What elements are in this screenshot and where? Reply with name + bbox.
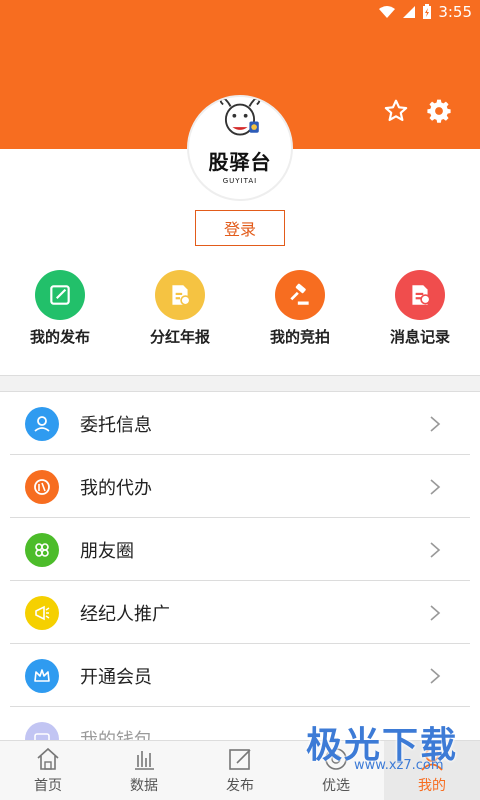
quick-action-label: 分红年报 bbox=[149, 328, 210, 346]
quick-action-dividend-report[interactable]: 分红年报 bbox=[120, 270, 240, 360]
chevron-right-icon bbox=[430, 541, 441, 558]
tab-mine[interactable]: 我的 bbox=[384, 741, 480, 800]
section-divider bbox=[0, 375, 480, 392]
tab-label: 我的 bbox=[418, 778, 446, 794]
battery-icon bbox=[423, 4, 432, 19]
quick-action-label: 我的竞拍 bbox=[269, 328, 330, 346]
chevron-right-icon bbox=[430, 604, 441, 621]
favorite-button[interactable] bbox=[381, 96, 411, 126]
menu-item-label: 朋友圈 bbox=[80, 540, 134, 562]
status-bar: 3:55 bbox=[0, 0, 480, 26]
settings-button[interactable] bbox=[424, 96, 454, 126]
chevron-right-icon bbox=[430, 478, 441, 495]
compose-icon bbox=[229, 749, 251, 770]
report-icon bbox=[155, 270, 205, 320]
quick-actions: 我的发布 分红年报 我的竞拍 消息记录 bbox=[0, 270, 480, 360]
friends-icon bbox=[25, 532, 59, 567]
goat-mascot-icon bbox=[219, 97, 261, 136]
brand-subtitle: GUYITAI bbox=[222, 177, 258, 185]
chevron-right-icon bbox=[430, 415, 441, 432]
tab-data[interactable]: 数据 bbox=[96, 741, 192, 800]
quick-action-message-records[interactable]: 消息记录 bbox=[360, 270, 480, 360]
avatar[interactable]: 股驿台 GUYITAI bbox=[187, 95, 293, 201]
gavel-icon bbox=[275, 270, 325, 320]
user-hand-icon bbox=[25, 406, 59, 441]
menu-item-entrust-info[interactable]: 委托信息 bbox=[0, 392, 480, 455]
crown-icon bbox=[25, 658, 59, 693]
quick-action-label: 消息记录 bbox=[389, 328, 450, 346]
tab-label: 首页 bbox=[34, 778, 62, 794]
menu-item-my-agency[interactable]: 我的代办 bbox=[0, 455, 480, 518]
home-icon bbox=[37, 747, 59, 770]
menu-list: 委托信息 我的代办 朋友圈 经纪人推广 开通会员 我的钱包 bbox=[0, 392, 480, 770]
message-record-icon bbox=[395, 270, 445, 320]
agency-icon bbox=[25, 469, 59, 504]
star-icon bbox=[384, 99, 408, 122]
menu-item-label: 委托信息 bbox=[80, 414, 152, 436]
select-icon bbox=[325, 748, 347, 770]
menu-item-label: 开通会员 bbox=[80, 666, 152, 688]
quick-action-my-posts[interactable]: 我的发布 bbox=[0, 270, 120, 360]
menu-item-open-membership[interactable]: 开通会员 bbox=[0, 644, 480, 707]
tab-label: 优选 bbox=[322, 778, 350, 794]
megaphone-icon bbox=[25, 595, 59, 630]
quick-action-label: 我的发布 bbox=[29, 328, 90, 346]
bottom-tab-bar: 首页 数据 发布 优选 我的 bbox=[0, 740, 480, 800]
brand-name: 股驿台 bbox=[208, 150, 272, 174]
edit-icon bbox=[35, 270, 85, 320]
chevron-right-icon bbox=[430, 667, 441, 684]
tab-publish[interactable]: 发布 bbox=[192, 741, 288, 800]
bar-chart-icon bbox=[135, 751, 154, 770]
status-time: 3:55 bbox=[438, 3, 472, 21]
menu-item-agent-promotion[interactable]: 经纪人推广 bbox=[0, 581, 480, 644]
tab-home[interactable]: 首页 bbox=[0, 741, 96, 800]
menu-item-label: 经纪人推广 bbox=[80, 603, 170, 625]
quick-action-my-auctions[interactable]: 我的竞拍 bbox=[240, 270, 360, 360]
menu-item-label: 我的代办 bbox=[80, 477, 152, 499]
menu-item-friends-circle[interactable]: 朋友圈 bbox=[0, 518, 480, 581]
gear-icon bbox=[427, 99, 451, 123]
tab-label: 数据 bbox=[130, 778, 158, 794]
login-button[interactable]: 登录 bbox=[195, 210, 285, 246]
tab-featured[interactable]: 优选 bbox=[288, 741, 384, 800]
profile-icon bbox=[421, 748, 443, 771]
signal-icon bbox=[403, 6, 416, 18]
status-icons: 3:55 bbox=[378, 3, 472, 21]
tab-label: 发布 bbox=[226, 778, 254, 794]
wifi-icon bbox=[379, 6, 396, 18]
